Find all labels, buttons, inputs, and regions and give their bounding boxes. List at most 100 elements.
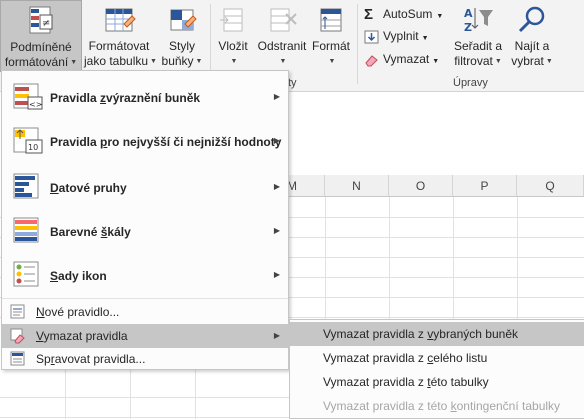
chevron-down-icon: ▼ xyxy=(230,58,238,66)
color-scales-icon xyxy=(12,215,44,247)
conditional-formatting-button[interactable]: ≠ Podmíněné formátování ▼ xyxy=(0,0,82,72)
autosum-label: AutoSum xyxy=(383,7,433,21)
find-select-label-1: Najít a xyxy=(514,39,550,53)
new-rule-label: Nové pravidlo... xyxy=(36,305,120,319)
menu-separator xyxy=(2,298,288,299)
menu-item-highlight-cells-rules[interactable]: <> Pravidla zvýraznění buněk ▶ xyxy=(2,75,288,119)
submenu-item-clear-selected-cells[interactable]: Vymazat pravidla z vybraných buněk xyxy=(290,322,584,346)
find-select-button[interactable]: Najít a vybrat ▼ xyxy=(508,0,556,69)
top-bottom-rules-icon: 10 xyxy=(12,125,44,157)
new-rule-icon xyxy=(10,304,26,320)
highlight-rules-label: Pravidla zvýraznění buněk xyxy=(50,91,201,105)
conditional-formatting-icon: ≠ xyxy=(24,5,58,37)
svg-text:A: A xyxy=(464,7,473,20)
chevron-down-icon: ▼ xyxy=(70,59,78,67)
manage-rules-icon xyxy=(10,351,26,367)
svg-text:Z: Z xyxy=(464,21,472,34)
chevron-down-icon: ▼ xyxy=(432,58,440,65)
sigma-icon: Σ xyxy=(364,5,374,23)
fill-button[interactable]: Vyplnit ▼ xyxy=(364,27,429,48)
menu-item-top-bottom-rules[interactable]: 10 Pravidla pro nejvyšší či nejnižší hod… xyxy=(2,119,288,163)
conditional-formatting-menu: <> Pravidla zvýraznění buněk ▶ 10 Pravid… xyxy=(1,70,289,370)
conditional-formatting-label-1: Podmíněné xyxy=(10,40,72,54)
grid-col-line xyxy=(325,197,326,319)
sort-filter-label-2: filtrovat xyxy=(454,54,493,68)
chevron-down-icon: ▼ xyxy=(279,58,287,66)
sort-filter-label-1: Seřadit a xyxy=(453,39,503,53)
clear-label: Vymazat xyxy=(383,52,430,66)
submenu-item-clear-entire-sheet[interactable]: Vymazat pravidla z celého listu xyxy=(290,346,584,370)
format-cells-icon xyxy=(314,4,348,36)
format-cells-label: Formát xyxy=(311,39,350,53)
chevron-down-icon: ▼ xyxy=(545,58,553,66)
chevron-down-icon: ▼ xyxy=(421,35,429,42)
svg-text:<>: <> xyxy=(29,100,42,109)
clear-rules-icon xyxy=(10,328,26,344)
magnifier-icon xyxy=(515,4,549,36)
insert-cells-button[interactable]: Vložit ▼ xyxy=(213,0,253,69)
svg-text:10: 10 xyxy=(28,143,38,152)
grid-col-line xyxy=(389,197,390,319)
grid-col-line xyxy=(453,197,454,319)
sort-filter-icon: A Z xyxy=(461,4,495,36)
conditional-formatting-label-2: formátování xyxy=(4,55,69,69)
menu-item-icon-sets[interactable]: Sady ikon ▶ xyxy=(2,253,288,297)
insert-cells-icon xyxy=(216,4,250,36)
cell-styles-button[interactable]: Styly buňky ▼ xyxy=(158,0,206,69)
menu-item-color-scales[interactable]: Barevné škály ▶ xyxy=(2,209,288,253)
chevron-down-icon: ▼ xyxy=(195,58,203,66)
cell-styles-icon xyxy=(165,4,199,36)
menu-item-manage-rules[interactable]: Spravovat pravidla... xyxy=(2,348,288,370)
cell-styles-label-1: Styly xyxy=(168,39,195,53)
menu-item-data-bars[interactable]: Datové pruhy ▶ xyxy=(2,165,288,209)
group-divider xyxy=(357,4,358,84)
delete-cells-icon xyxy=(265,4,299,36)
chevron-right-icon: ▶ xyxy=(273,270,280,279)
manage-rules-label: Spravovat pravidla... xyxy=(36,352,146,366)
chevron-right-icon: ▶ xyxy=(273,182,280,191)
svg-text:≠: ≠ xyxy=(42,18,50,29)
color-scales-label: Barevné škály xyxy=(50,225,131,239)
icon-sets-label: Sady ikon xyxy=(50,269,107,283)
clear-button[interactable]: Vymazat ▼ xyxy=(364,50,439,71)
format-cells-button[interactable]: Formát ▼ xyxy=(310,0,352,69)
insert-cells-label: Vložit xyxy=(218,39,248,53)
submenu-item-clear-pivot-table: Vymazat pravidla z této kontingenční tab… xyxy=(323,399,561,413)
editing-group-label: Úpravy xyxy=(453,77,488,89)
format-as-table-label-1: Formátovat xyxy=(88,39,150,53)
submenu-item-clear-this-table[interactable]: Vymazat pravidla z této tabulky xyxy=(290,370,584,394)
clear-rules-submenu: Vymazat pravidla z vybraných buněk Vymaz… xyxy=(289,319,584,419)
column-header-q[interactable]: Q xyxy=(517,175,584,197)
top-bottom-rules-label: Pravidla pro nejvyšší či nejnižší hodnot… xyxy=(50,135,282,149)
column-header-p[interactable]: P xyxy=(453,175,517,197)
menu-item-new-rule[interactable]: Nové pravidlo... xyxy=(2,300,288,324)
eraser-icon xyxy=(364,53,380,67)
sort-filter-button[interactable]: A Z Seřadit a filtrovat ▼ xyxy=(450,0,506,69)
icon-sets-icon xyxy=(12,259,44,291)
chevron-right-icon: ▶ xyxy=(273,226,280,235)
chevron-down-icon: ▼ xyxy=(436,13,444,20)
chevron-down-icon: ▼ xyxy=(150,58,157,66)
format-as-table-label-2: jako tabulku xyxy=(84,54,149,68)
delete-cells-label: Odstranit xyxy=(257,39,307,53)
grid-col-line xyxy=(517,197,518,319)
column-header-n[interactable]: N xyxy=(325,175,389,197)
format-as-table-button[interactable]: Formátovat jako tabulku ▼ xyxy=(84,0,157,69)
autosum-button[interactable]: Σ AutoSum ▼ xyxy=(364,5,443,26)
find-select-label-2: vybrat xyxy=(511,54,544,68)
data-bars-label: Datové pruhy xyxy=(50,181,127,195)
column-header-o[interactable]: O xyxy=(389,175,453,197)
chevron-right-icon: ▶ xyxy=(273,92,280,101)
data-bars-icon xyxy=(12,171,44,203)
highlight-rules-icon: <> xyxy=(12,81,44,113)
menu-item-clear-rules[interactable]: Vymazat pravidla ▶ xyxy=(2,324,288,348)
cells-group-label: ty xyxy=(288,77,297,89)
chevron-down-icon: ▼ xyxy=(494,58,502,66)
chevron-right-icon: ▶ xyxy=(273,136,280,145)
grid-col-line xyxy=(130,363,131,419)
clear-rules-label: Vymazat pravidla xyxy=(36,329,128,343)
delete-cells-button[interactable]: Odstranit ▼ xyxy=(255,0,309,69)
grid-col-line xyxy=(65,363,66,419)
table-format-icon xyxy=(102,4,136,36)
fill-down-icon xyxy=(364,30,380,44)
